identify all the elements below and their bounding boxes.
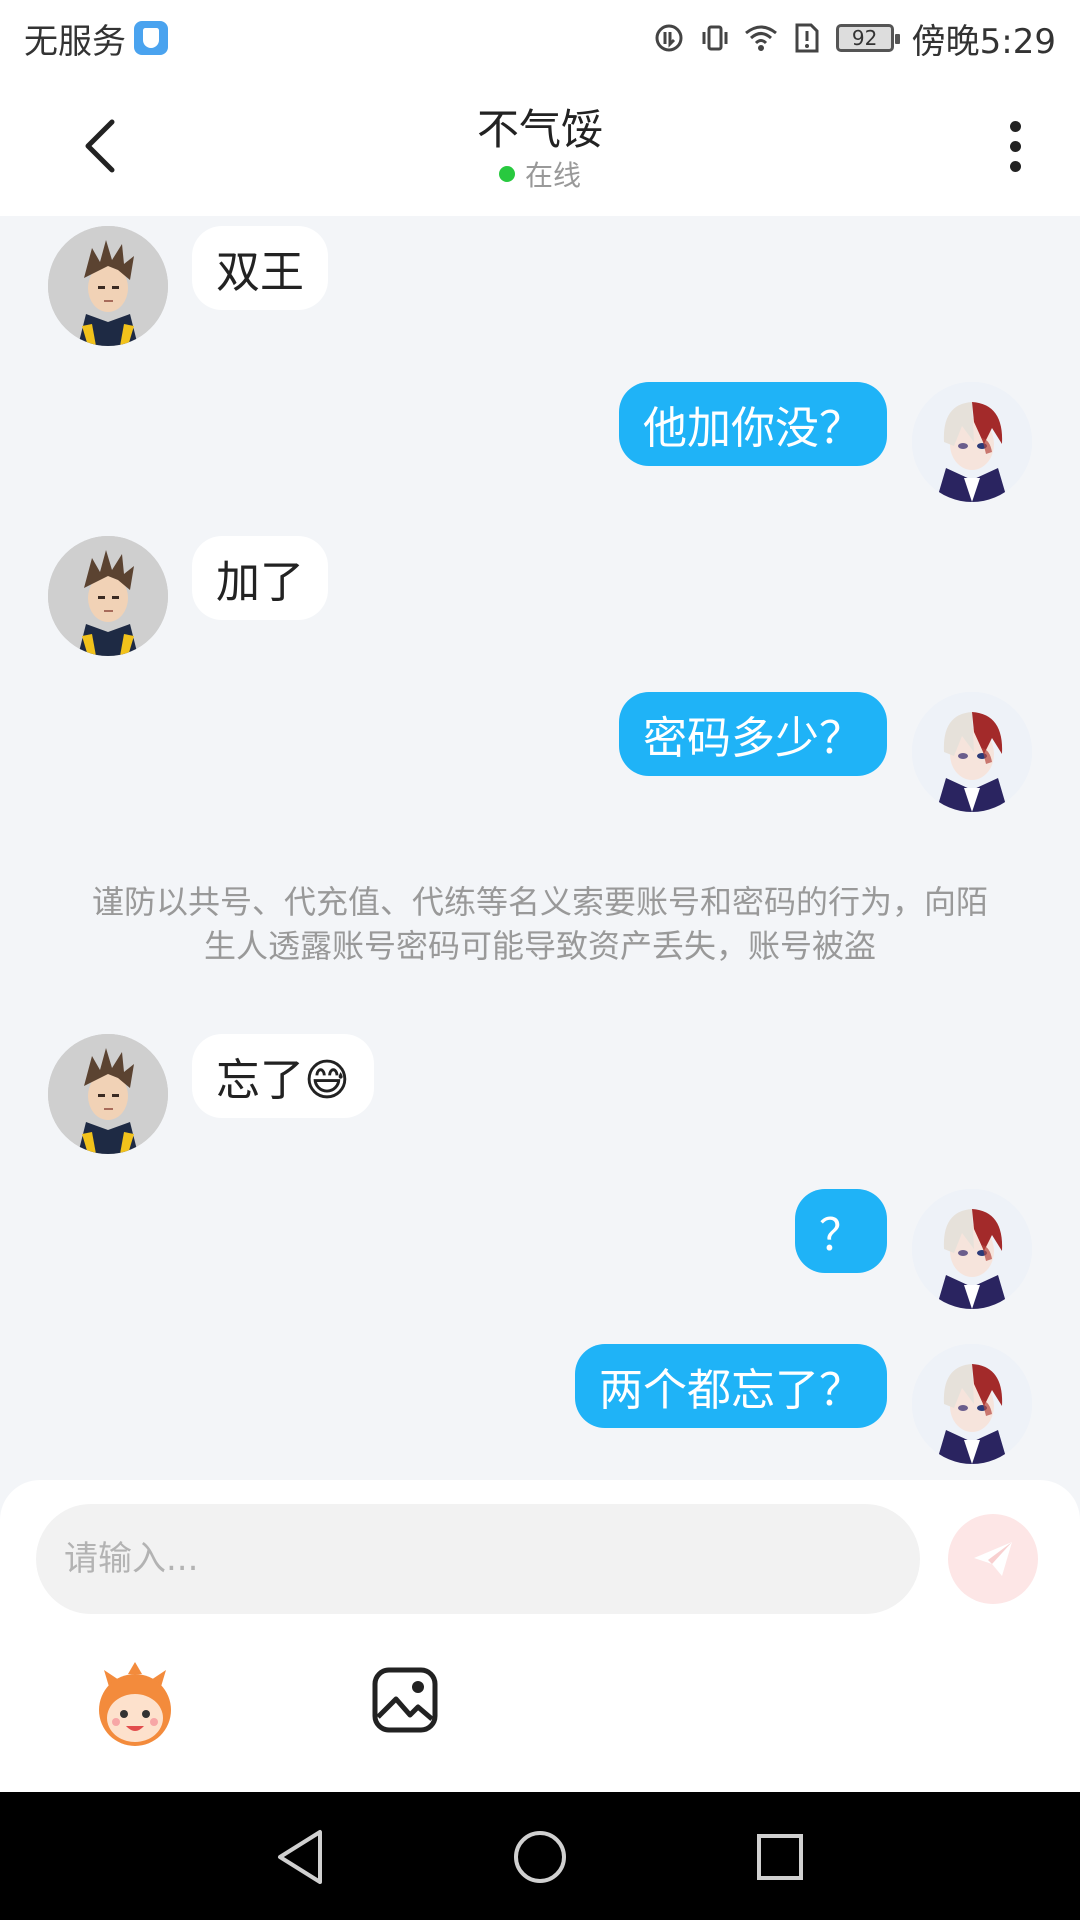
online-dot-icon	[498, 166, 515, 182]
message-bubble-outgoing[interactable]: 两个都忘了？	[575, 1344, 887, 1428]
send-button[interactable]	[948, 1514, 1038, 1604]
contact-avatar[interactable]	[48, 536, 168, 656]
contact-avatar[interactable]	[48, 226, 168, 346]
message-bubble-outgoing[interactable]: 密码多少？	[619, 692, 887, 776]
message-input[interactable]	[36, 1504, 920, 1614]
shield-icon	[134, 21, 168, 55]
message-bubble-outgoing[interactable]: 他加你没？	[619, 382, 887, 466]
my-avatar[interactable]	[912, 1344, 1032, 1464]
more-icon	[1009, 120, 1021, 132]
image-icon	[372, 1667, 438, 1733]
status-bar: 无服务 92 傍晚5:29	[0, 0, 1080, 76]
emoji-icon	[99, 1662, 171, 1746]
clock: 傍晚5:29	[911, 21, 1056, 62]
presence-status: 在线	[0, 154, 1080, 194]
carrier-text: 无服务	[24, 21, 126, 62]
message-bubble-incoming[interactable]: 加了	[192, 536, 328, 620]
nav-home-button[interactable]	[505, 1822, 575, 1892]
nav-home-icon	[514, 1831, 566, 1883]
sim-alert-icon	[790, 21, 824, 55]
more-options-button[interactable]	[990, 106, 1040, 186]
data-saver-icon	[652, 21, 686, 55]
status-left: 无服务	[24, 14, 168, 63]
nav-back-icon	[278, 1830, 322, 1884]
nav-back-button[interactable]	[265, 1822, 335, 1892]
nav-recents-button[interactable]	[745, 1822, 815, 1892]
system-nav-bar	[0, 1792, 1080, 1920]
security-notice: 谨防以共号、代充值、代练等名义索要账号和密码的行为，向陌生人透露账号密码可能导致…	[91, 883, 988, 965]
send-icon	[974, 1542, 1012, 1576]
image-button[interactable]	[370, 1665, 440, 1735]
wifi-icon	[744, 21, 778, 55]
vibrate-icon	[698, 21, 732, 55]
input-panel	[0, 1480, 1080, 1792]
message-bubble-incoming[interactable]: 忘了😅	[192, 1034, 374, 1118]
emoji-button[interactable]	[90, 1660, 180, 1750]
my-avatar[interactable]	[912, 1189, 1032, 1309]
chat-header: 不气馁 在线	[0, 76, 1080, 216]
message-bubble-incoming[interactable]: 双王	[192, 226, 328, 310]
my-avatar[interactable]	[912, 382, 1032, 502]
contact-avatar[interactable]	[48, 1034, 168, 1154]
my-avatar[interactable]	[912, 692, 1032, 812]
message-bubble-outgoing[interactable]: ？	[795, 1189, 887, 1273]
battery-icon: 92	[835, 24, 900, 52]
presence-label: 在线	[524, 159, 581, 192]
contact-name: 不气馁	[476, 105, 603, 154]
nav-recents-icon	[757, 1834, 803, 1880]
status-right: 92 傍晚5:29	[652, 14, 1056, 63]
